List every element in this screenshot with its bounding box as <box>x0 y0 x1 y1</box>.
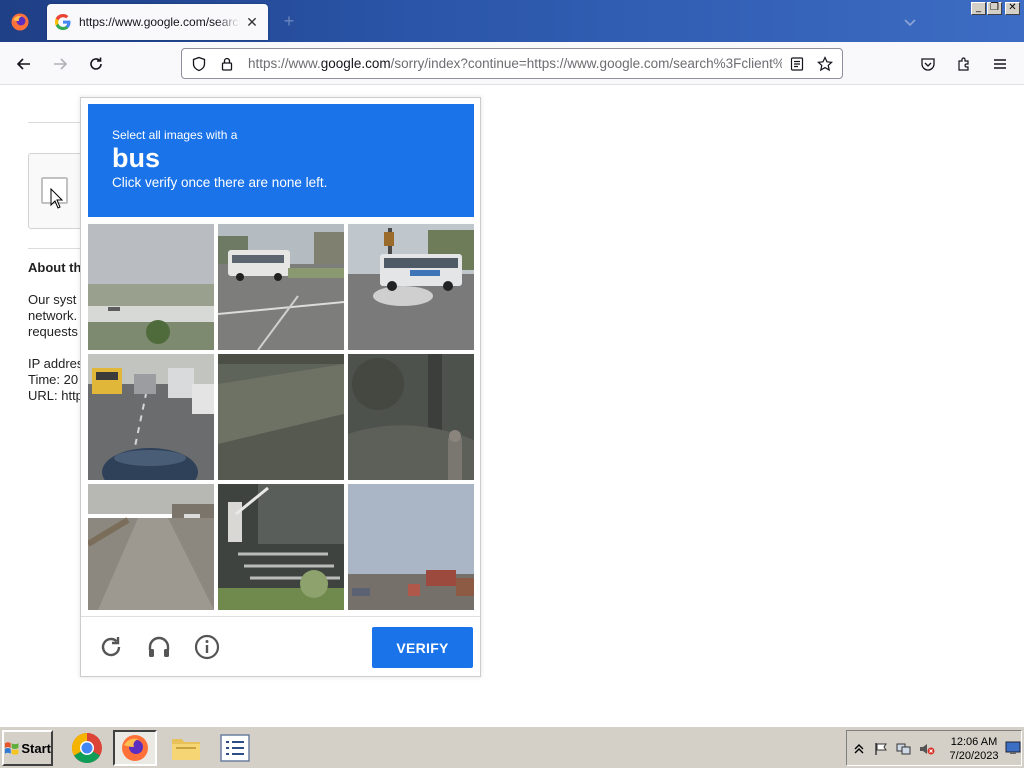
verify-button[interactable]: VERIFY <box>372 627 473 668</box>
challenge-footer: VERIFY <box>81 616 480 676</box>
about-heading: About th <box>28 260 82 275</box>
chrome-icon[interactable] <box>65 730 109 766</box>
volume-muted-icon[interactable] <box>919 741 935 757</box>
captcha-tile-8[interactable] <box>218 484 344 610</box>
pocket-icon[interactable] <box>916 52 940 76</box>
close-window-button[interactable]: ✕ <box>1005 2 1020 15</box>
action-center-flag-icon[interactable] <box>873 741 889 757</box>
body-line-1: Our syst <box>28 292 77 307</box>
navigation-toolbar: https://www.google.com/sorry/index?conti… <box>0 42 1024 85</box>
challenge-subtext: Click verify once there are none left. <box>112 175 328 190</box>
captcha-tile-9[interactable] <box>348 484 474 610</box>
start-button[interactable]: Start <box>2 730 53 766</box>
body-line-2: network. <box>28 308 78 323</box>
back-arrow-icon[interactable] <box>12 52 36 76</box>
captcha-tile-5[interactable] <box>218 354 344 480</box>
page-divider <box>28 248 88 249</box>
restore-window-button[interactable]: ❐ <box>987 2 1002 15</box>
google-favicon-icon <box>55 14 71 30</box>
challenge-header: Select all images with a bus Click verif… <box>88 104 474 217</box>
time-label: Time: 20 <box>28 372 79 387</box>
start-label: Start <box>21 740 51 756</box>
minimize-window-button[interactable]: _ <box>971 2 986 15</box>
browser-tab-strip: https://www.google.com/search?client=fir… <box>0 0 1024 42</box>
clock-time: 12:06 AM <box>950 736 998 748</box>
new-tab-button[interactable]: + <box>280 12 298 30</box>
image-grid <box>88 224 474 610</box>
lock-icon[interactable] <box>218 55 236 73</box>
page-divider <box>28 122 88 123</box>
tab-title: https://www.google.com/search?client=fir… <box>79 15 240 29</box>
firefox-menu-icon[interactable] <box>6 8 34 36</box>
windows-flag-icon <box>4 742 19 755</box>
body-line-3: requests <box>28 324 78 339</box>
show-hidden-icons-chevron-icon[interactable] <box>851 741 867 757</box>
info-icon[interactable] <box>193 633 221 661</box>
hamburger-menu-icon[interactable] <box>988 52 1012 76</box>
ip-address-label: IP addres <box>28 356 84 371</box>
bookmark-star-icon[interactable] <box>816 55 834 73</box>
captcha-tile-7[interactable] <box>88 484 214 610</box>
firefox-icon[interactable] <box>113 730 157 766</box>
captcha-tile-4[interactable] <box>88 354 214 480</box>
recaptcha-challenge: Select all images with a bus Click verif… <box>80 97 481 677</box>
address-bar[interactable]: https://www.google.com/sorry/index?conti… <box>181 48 843 79</box>
audio-challenge-headphones-icon[interactable] <box>145 633 173 661</box>
captcha-tile-3[interactable] <box>348 224 474 350</box>
system-tray: 12:06 AM 7/20/2023 <box>846 730 1022 766</box>
list-all-tabs-icon[interactable] <box>902 14 918 30</box>
reload-icon[interactable] <box>84 52 108 76</box>
challenge-instruction: Select all images with a <box>112 128 238 142</box>
show-desktop-icon[interactable] <box>1005 740 1021 756</box>
captcha-tile-6[interactable] <box>348 354 474 480</box>
task-list-icon[interactable] <box>213 730 257 766</box>
clock-date: 7/20/2023 <box>949 750 999 762</box>
network-icon[interactable] <box>896 741 912 757</box>
tab-close-icon[interactable]: ✕ <box>244 14 260 30</box>
browser-tab[interactable]: https://www.google.com/search?client=fir… <box>47 4 268 40</box>
extensions-puzzle-icon[interactable] <box>952 52 976 76</box>
mouse-cursor-icon <box>50 188 64 209</box>
reload-challenge-icon[interactable] <box>97 633 125 661</box>
url-label: URL: http <box>28 388 83 403</box>
reader-view-icon[interactable] <box>788 55 806 73</box>
forward-arrow-icon[interactable] <box>48 52 72 76</box>
captcha-tile-2[interactable] <box>218 224 344 350</box>
tracking-protection-shield-icon[interactable] <box>190 55 208 73</box>
captcha-tile-1[interactable] <box>88 224 214 350</box>
url-text[interactable]: https://www.google.com/sorry/index?conti… <box>248 56 782 71</box>
taskbar-clock[interactable]: 12:06 AM 7/20/2023 <box>943 735 1005 763</box>
taskbar: Start 12:06 AM 7/20/2023 <box>0 726 1024 768</box>
file-explorer-icon[interactable] <box>164 730 208 766</box>
challenge-target: bus <box>112 143 161 173</box>
